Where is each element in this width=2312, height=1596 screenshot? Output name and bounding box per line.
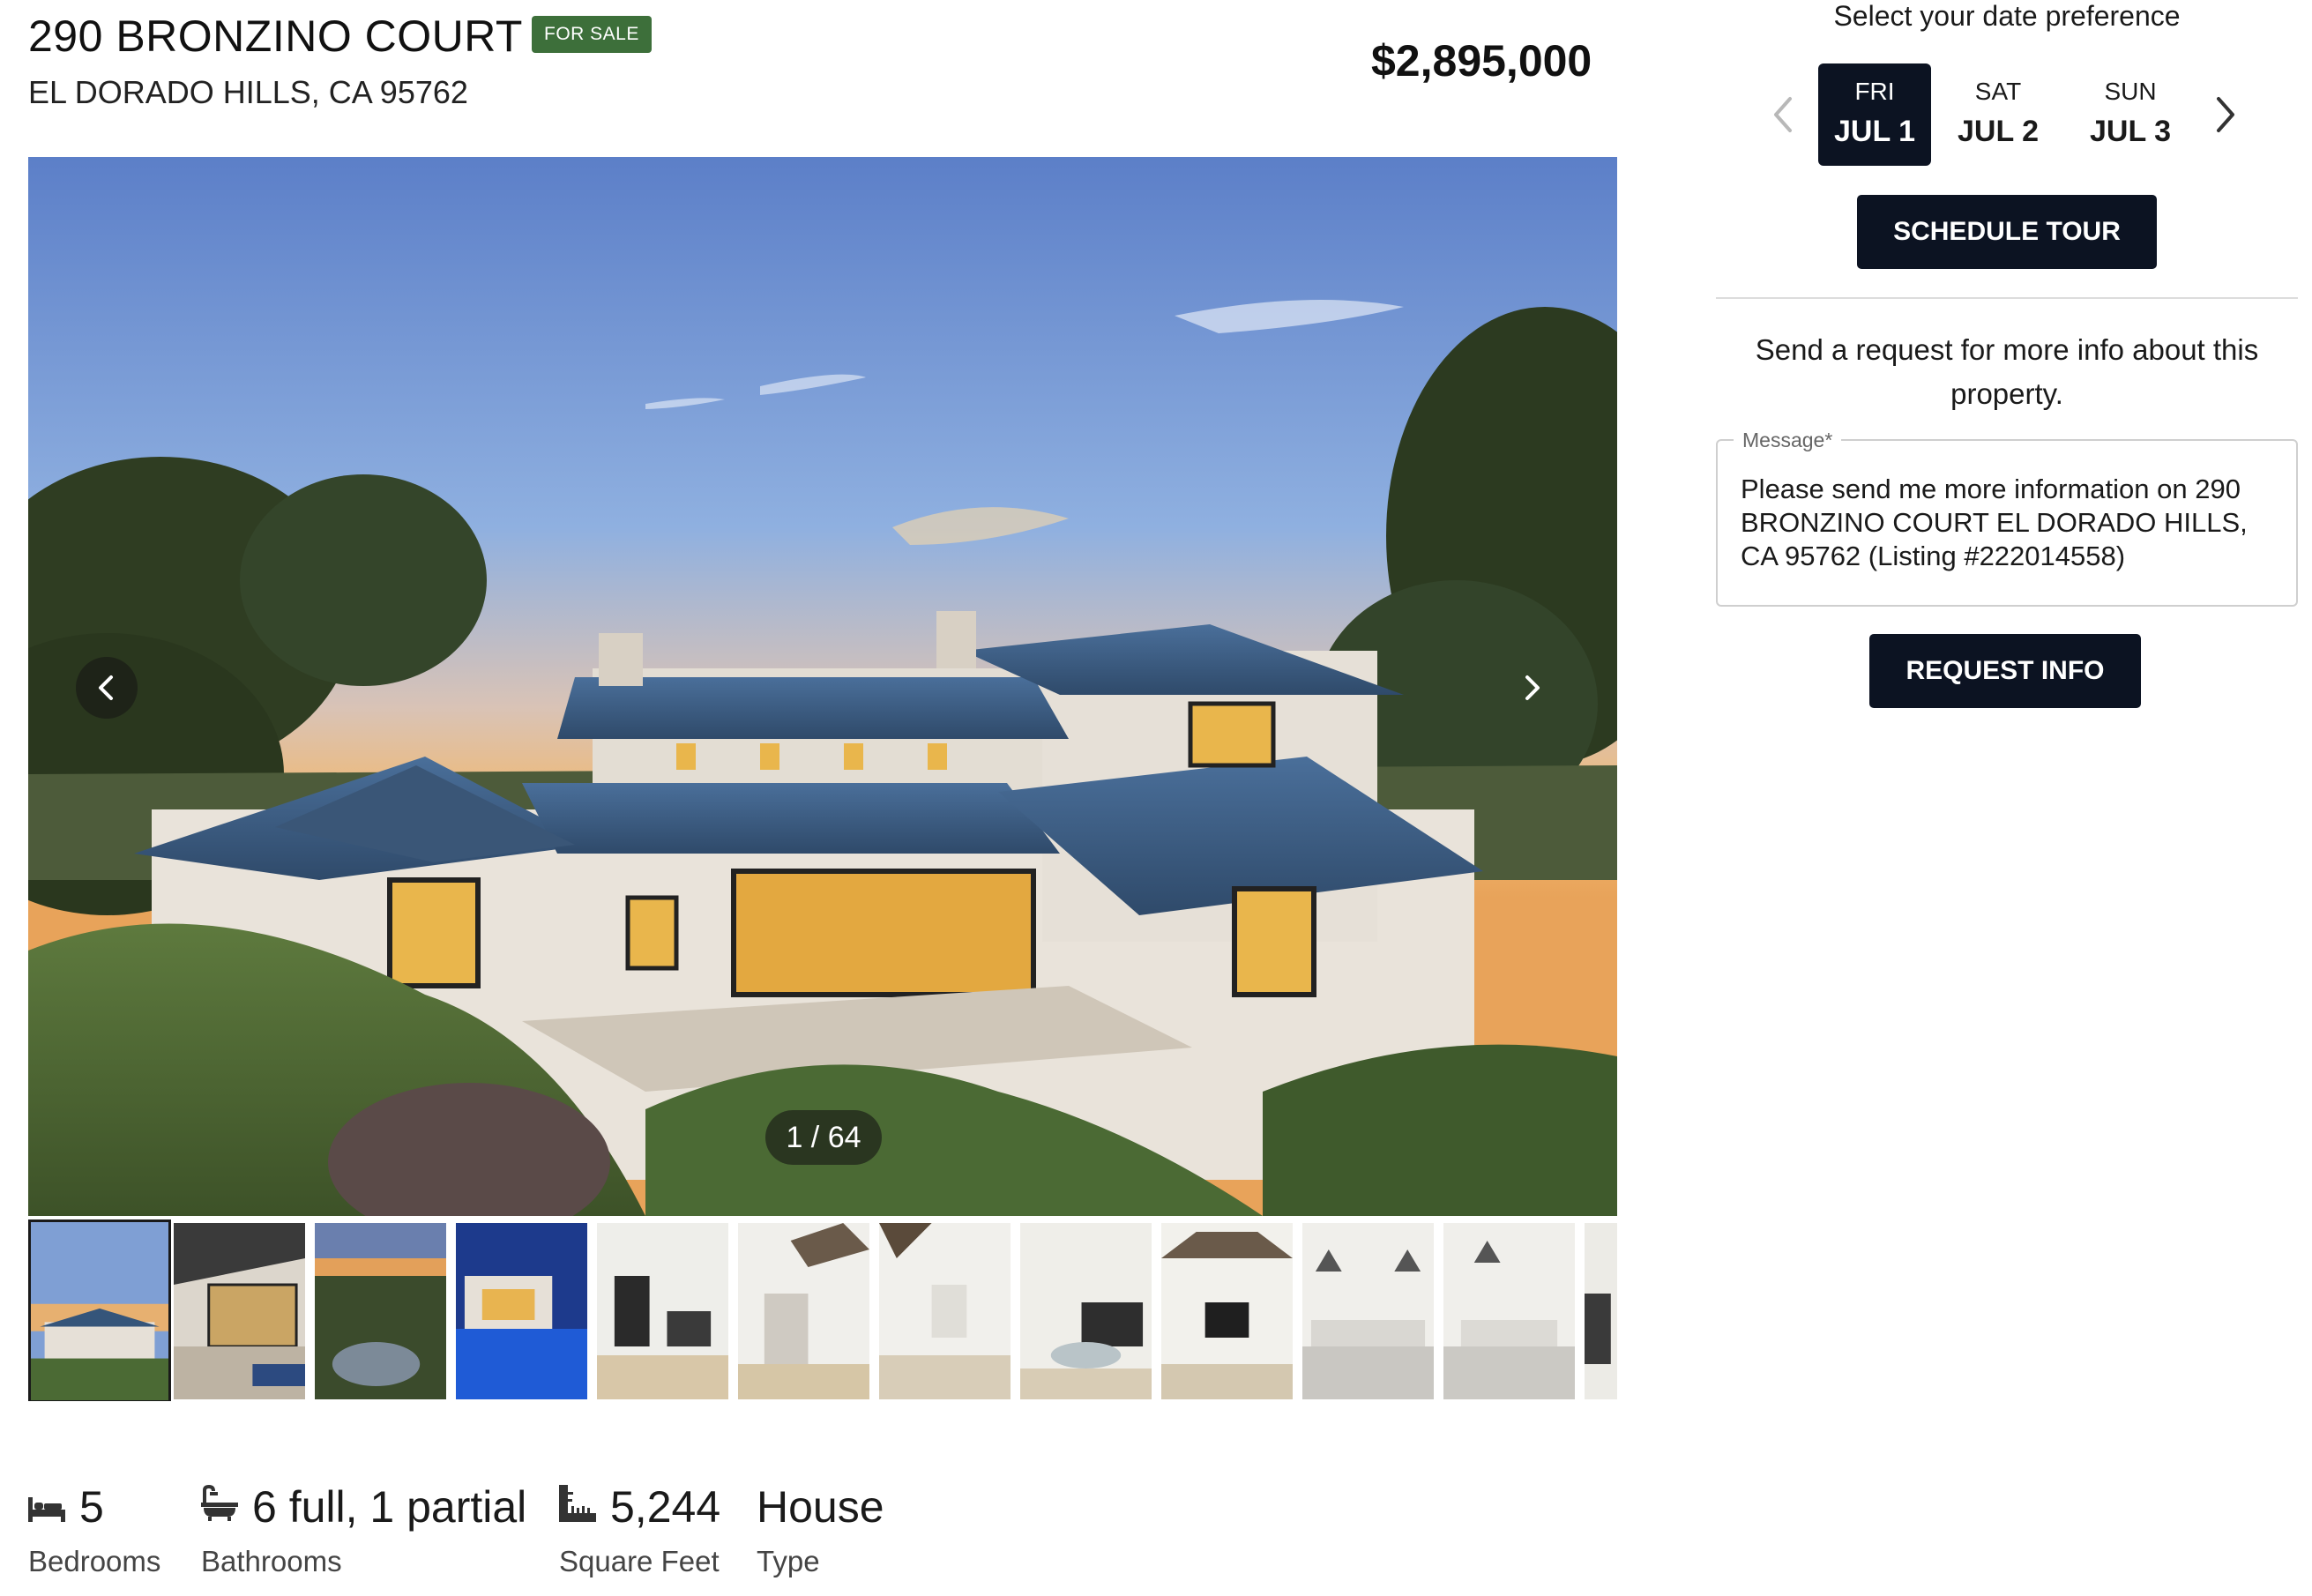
square-feet-label: Square Feet bbox=[559, 1545, 720, 1577]
date-option-sat[interactable]: SAT JUL 2 bbox=[1942, 63, 2055, 166]
chevron-right-icon[interactable] bbox=[2208, 95, 2243, 134]
thumbnail-6[interactable] bbox=[738, 1223, 869, 1399]
bathtub-icon bbox=[201, 1481, 238, 1533]
message-field[interactable]: Message* Please send me more information… bbox=[1716, 429, 2298, 607]
date-value: JUL 2 bbox=[1958, 115, 2039, 148]
bed-icon bbox=[28, 1481, 65, 1533]
photo-counter: 1 / 64 bbox=[765, 1110, 882, 1165]
date-dow: SUN bbox=[2104, 78, 2157, 105]
listing-price: $2,895,000 bbox=[1371, 36, 1592, 86]
chevron-left-icon[interactable] bbox=[1765, 95, 1801, 134]
request-info-button[interactable]: REQUEST INFO bbox=[1869, 634, 2141, 708]
date-dow: SAT bbox=[1974, 78, 2022, 105]
request-info-intro: Send a request for more info about this … bbox=[1755, 333, 2259, 410]
gallery-next-button[interactable] bbox=[1501, 657, 1562, 719]
date-value: JUL 3 bbox=[2090, 115, 2171, 148]
thumbnail-12[interactable] bbox=[1585, 1223, 1617, 1399]
date-value: JUL 1 bbox=[1834, 115, 1915, 148]
gallery-prev-button[interactable] bbox=[76, 657, 138, 719]
date-dow: FRI bbox=[1854, 78, 1895, 105]
type-label: Type bbox=[757, 1545, 820, 1577]
thumbnail-strip[interactable] bbox=[28, 1219, 1617, 1401]
photo-gallery[interactable]: 1 / 64 bbox=[28, 157, 1617, 1216]
thumbnail-2[interactable] bbox=[174, 1223, 305, 1399]
message-label: Message* bbox=[1734, 429, 1842, 452]
square-feet-value: 5,244 bbox=[610, 1482, 721, 1532]
chevron-left-icon bbox=[99, 675, 113, 700]
message-value[interactable]: Please send me more information on 290 B… bbox=[1741, 473, 2278, 573]
ruler-icon bbox=[559, 1481, 596, 1533]
thumbnail-8[interactable] bbox=[1020, 1223, 1152, 1399]
address-line2: EL DORADO HILLS, CA 95762 bbox=[28, 74, 468, 110]
fact-bathrooms: 6 full, 1 partial Bathrooms bbox=[201, 1481, 526, 1578]
bathrooms-value: 6 full, 1 partial bbox=[252, 1482, 527, 1532]
thumbnail-11[interactable] bbox=[1443, 1223, 1575, 1399]
thumbnail-10[interactable] bbox=[1302, 1223, 1434, 1399]
bedrooms-value: 5 bbox=[79, 1482, 104, 1532]
schedule-tour-button[interactable]: SCHEDULE TOUR bbox=[1857, 195, 2157, 269]
thumbnail-9[interactable] bbox=[1161, 1223, 1293, 1399]
listing-page: 290 BRONZINO COURT FOR SALE EL DORADO HI… bbox=[0, 0, 2312, 1596]
chevron-right-icon bbox=[1525, 675, 1540, 700]
type-value: House bbox=[757, 1482, 884, 1532]
fact-type: House Type bbox=[757, 1481, 884, 1578]
thumbnail-4[interactable] bbox=[456, 1223, 587, 1399]
fact-bedrooms: 5 Bedrooms bbox=[28, 1481, 160, 1578]
main-photo bbox=[28, 157, 1617, 1216]
divider bbox=[1716, 297, 2298, 299]
status-badge: FOR SALE bbox=[532, 16, 652, 53]
thumbnail-5[interactable] bbox=[597, 1223, 728, 1399]
date-option-fri[interactable]: FRI JUL 1 bbox=[1818, 63, 1931, 166]
fact-square-feet: 5,244 Square Feet bbox=[559, 1481, 720, 1578]
date-preference-title: Select your date preference bbox=[1833, 0, 2181, 32]
thumbnail-1[interactable] bbox=[28, 1219, 171, 1401]
bedrooms-label: Bedrooms bbox=[28, 1545, 161, 1577]
thumbnail-7[interactable] bbox=[879, 1223, 1011, 1399]
bathrooms-label: Bathrooms bbox=[201, 1545, 342, 1577]
thumbnail-3[interactable] bbox=[315, 1223, 446, 1399]
date-option-sun[interactable]: SUN JUL 3 bbox=[2074, 63, 2187, 166]
address-line1: 290 BRONZINO COURT bbox=[28, 11, 523, 61]
